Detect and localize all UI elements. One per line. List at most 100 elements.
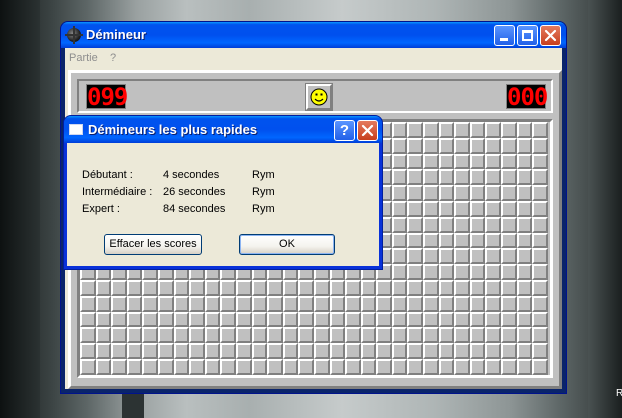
minefield-cell[interactable] bbox=[126, 279, 143, 296]
window-titlebar[interactable]: Démineur bbox=[61, 22, 566, 48]
minefield-cell[interactable] bbox=[391, 169, 408, 186]
minefield-cell[interactable] bbox=[516, 343, 533, 359]
minefield-cell[interactable] bbox=[438, 343, 455, 359]
minefield-cell[interactable] bbox=[407, 311, 424, 328]
minefield-cell[interactable] bbox=[438, 358, 455, 375]
minefield-cell[interactable] bbox=[423, 169, 439, 186]
minefield-cell[interactable] bbox=[423, 248, 439, 265]
minefield-cell[interactable] bbox=[485, 327, 502, 344]
minefield-cell[interactable] bbox=[532, 137, 548, 154]
minefield-cell[interactable] bbox=[516, 153, 533, 170]
minefield-cell[interactable] bbox=[80, 311, 96, 328]
minefield-cell[interactable] bbox=[454, 169, 470, 186]
minimize-button[interactable] bbox=[494, 25, 515, 46]
minefield-cell[interactable] bbox=[485, 311, 502, 328]
minefield-cell[interactable] bbox=[189, 311, 205, 328]
minefield-cell[interactable] bbox=[485, 358, 502, 375]
minefield-cell[interactable] bbox=[532, 327, 548, 344]
minefield-cell[interactable] bbox=[220, 295, 236, 312]
minefield-cell[interactable] bbox=[423, 232, 439, 249]
minefield-cell[interactable] bbox=[345, 295, 361, 312]
minefield-cell[interactable] bbox=[485, 295, 502, 312]
minefield-cell[interactable] bbox=[454, 248, 470, 265]
minefield-cell[interactable] bbox=[391, 327, 408, 344]
minefield-cell[interactable] bbox=[282, 343, 299, 359]
minefield-cell[interactable] bbox=[454, 358, 470, 375]
minefield-cell[interactable] bbox=[235, 279, 252, 296]
minefield-cell[interactable] bbox=[423, 327, 439, 344]
minefield-cell[interactable] bbox=[360, 311, 377, 328]
minefield-cell[interactable] bbox=[391, 358, 408, 375]
minefield-cell[interactable] bbox=[454, 232, 470, 249]
minefield-cell[interactable] bbox=[345, 311, 361, 328]
minefield-cell[interactable] bbox=[282, 295, 299, 312]
minefield-cell[interactable] bbox=[111, 279, 127, 296]
minefield-cell[interactable] bbox=[407, 358, 424, 375]
minefield-cell[interactable] bbox=[469, 264, 486, 280]
minefield-cell[interactable] bbox=[391, 232, 408, 249]
minefield-cell[interactable] bbox=[469, 358, 486, 375]
minefield-cell[interactable] bbox=[189, 279, 205, 296]
minefield-cell[interactable] bbox=[438, 311, 455, 328]
minefield-cell[interactable] bbox=[313, 279, 330, 296]
minefield-cell[interactable] bbox=[235, 343, 252, 359]
minefield-cell[interactable] bbox=[407, 248, 424, 265]
minefield-cell[interactable] bbox=[532, 248, 548, 265]
minefield-cell[interactable] bbox=[220, 279, 236, 296]
minefield-cell[interactable] bbox=[485, 248, 502, 265]
minefield-cell[interactable] bbox=[142, 311, 158, 328]
minefield-cell[interactable] bbox=[501, 216, 517, 233]
minefield-cell[interactable] bbox=[532, 279, 548, 296]
minefield-cell[interactable] bbox=[111, 295, 127, 312]
minefield-cell[interactable] bbox=[454, 311, 470, 328]
minefield-cell[interactable] bbox=[532, 358, 548, 375]
minefield-cell[interactable] bbox=[95, 358, 112, 375]
minefield-cell[interactable] bbox=[376, 343, 392, 359]
minefield-cell[interactable] bbox=[126, 358, 143, 375]
minefield-cell[interactable] bbox=[126, 327, 143, 344]
minefield-cell[interactable] bbox=[454, 279, 470, 296]
minefield-cell[interactable] bbox=[282, 327, 299, 344]
minefield-cell[interactable] bbox=[438, 122, 455, 138]
minefield-cell[interactable] bbox=[423, 200, 439, 217]
minefield-cell[interactable] bbox=[220, 327, 236, 344]
minefield-cell[interactable] bbox=[391, 122, 408, 138]
minefield-cell[interactable] bbox=[204, 327, 221, 344]
minefield-cell[interactable] bbox=[501, 122, 517, 138]
minefield-cell[interactable] bbox=[454, 200, 470, 217]
minefield-cell[interactable] bbox=[532, 153, 548, 170]
minefield-cell[interactable] bbox=[485, 200, 502, 217]
minefield-cell[interactable] bbox=[142, 358, 158, 375]
minefield-cell[interactable] bbox=[313, 311, 330, 328]
minefield-cell[interactable] bbox=[360, 327, 377, 344]
minefield-cell[interactable] bbox=[454, 137, 470, 154]
minefield-cell[interactable] bbox=[532, 169, 548, 186]
minefield-cell[interactable] bbox=[469, 311, 486, 328]
minefield-cell[interactable] bbox=[438, 232, 455, 249]
minefield-cell[interactable] bbox=[391, 185, 408, 201]
minefield-cell[interactable] bbox=[501, 358, 517, 375]
minefield-cell[interactable] bbox=[516, 137, 533, 154]
minefield-cell[interactable] bbox=[485, 122, 502, 138]
minefield-cell[interactable] bbox=[80, 295, 96, 312]
minefield-cell[interactable] bbox=[501, 295, 517, 312]
minefield-cell[interactable] bbox=[173, 327, 190, 344]
minefield-cell[interactable] bbox=[438, 295, 455, 312]
minefield-cell[interactable] bbox=[298, 295, 314, 312]
minefield-cell[interactable] bbox=[329, 358, 346, 375]
minefield-cell[interactable] bbox=[469, 169, 486, 186]
minefield-cell[interactable] bbox=[501, 264, 517, 280]
minefield-cell[interactable] bbox=[516, 232, 533, 249]
minefield-cell[interactable] bbox=[313, 327, 330, 344]
minefield-cell[interactable] bbox=[267, 343, 283, 359]
minefield-cell[interactable] bbox=[532, 216, 548, 233]
minefield-cell[interactable] bbox=[282, 279, 299, 296]
minefield-cell[interactable] bbox=[501, 279, 517, 296]
minefield-cell[interactable] bbox=[142, 279, 158, 296]
minefield-cell[interactable] bbox=[501, 200, 517, 217]
minefield-cell[interactable] bbox=[501, 153, 517, 170]
minefield-cell[interactable] bbox=[516, 327, 533, 344]
minefield-cell[interactable] bbox=[501, 343, 517, 359]
minefield-cell[interactable] bbox=[532, 200, 548, 217]
minefield-cell[interactable] bbox=[485, 232, 502, 249]
